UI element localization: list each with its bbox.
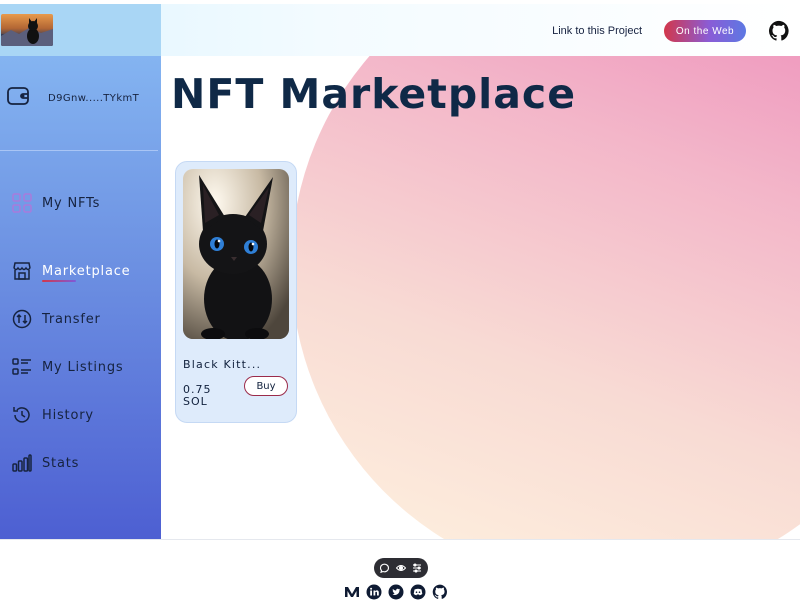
background-gradient-blob xyxy=(291,56,800,540)
main-content: NFT Marketplace Black Kitt... 0.75 SOL B… xyxy=(161,56,800,540)
sidebar-item-my-nfts[interactable]: My NFTs xyxy=(12,193,100,213)
social-links xyxy=(344,584,448,600)
sidebar-divider xyxy=(0,150,158,151)
sidebar-item-label: Transfer xyxy=(42,311,101,327)
list-icon xyxy=(12,357,32,377)
wallet-row[interactable]: D9Gnw.....TYkmT xyxy=(6,84,139,112)
cat-logo-icon[interactable] xyxy=(1,14,53,46)
medium-icon[interactable] xyxy=(344,584,360,600)
nft-name: Black Kitt... xyxy=(183,358,262,371)
wallet-icon xyxy=(6,84,30,112)
floating-toolbar xyxy=(374,558,428,578)
page-title: NFT Marketplace xyxy=(171,70,577,118)
linkedin-icon[interactable] xyxy=(366,584,382,600)
wallet-address: D9Gnw.....TYkmT xyxy=(48,92,140,104)
sidebar-item-transfer[interactable]: Transfer xyxy=(12,309,101,329)
transfer-icon xyxy=(12,309,32,329)
sidebar: D9Gnw.....TYkmT My NFTs Marketplace Tran… xyxy=(0,56,162,540)
grid-icon xyxy=(12,193,32,213)
eye-icon[interactable] xyxy=(396,563,406,573)
buy-button[interactable]: Buy xyxy=(244,376,288,396)
top-header: Link to this Project On the Web xyxy=(0,4,800,56)
stats-icon xyxy=(12,453,32,473)
github-icon[interactable] xyxy=(432,584,448,600)
nft-price: 0.75 SOL xyxy=(183,384,212,408)
black-kitten-image[interactable] xyxy=(183,169,289,339)
sidebar-item-stats[interactable]: Stats xyxy=(12,453,79,473)
store-icon xyxy=(12,261,32,281)
github-icon[interactable] xyxy=(768,20,790,42)
project-link[interactable]: Link to this Project xyxy=(552,25,642,37)
sidebar-item-label: My NFTs xyxy=(42,195,101,211)
chat-icon[interactable] xyxy=(380,563,390,573)
sidebar-item-label: Marketplace xyxy=(42,263,131,279)
sidebar-item-history[interactable]: History xyxy=(12,405,94,425)
sidebar-item-label: History xyxy=(42,407,94,423)
sidebar-item-label: My Listings xyxy=(42,359,124,375)
sidebar-item-marketplace[interactable]: Marketplace xyxy=(12,261,130,281)
sidebar-item-label: Stats xyxy=(42,455,80,471)
sliders-icon[interactable] xyxy=(412,563,422,573)
sidebar-item-my-listings[interactable]: My Listings xyxy=(12,357,123,377)
on-the-web-button[interactable]: On the Web xyxy=(664,20,746,42)
nft-price-currency: SOL xyxy=(183,395,208,408)
history-icon xyxy=(12,405,32,425)
nft-card[interactable]: Black Kitt... 0.75 SOL Buy xyxy=(175,161,297,423)
discord-icon[interactable] xyxy=(410,584,426,600)
twitter-icon[interactable] xyxy=(388,584,404,600)
active-indicator xyxy=(42,280,76,282)
